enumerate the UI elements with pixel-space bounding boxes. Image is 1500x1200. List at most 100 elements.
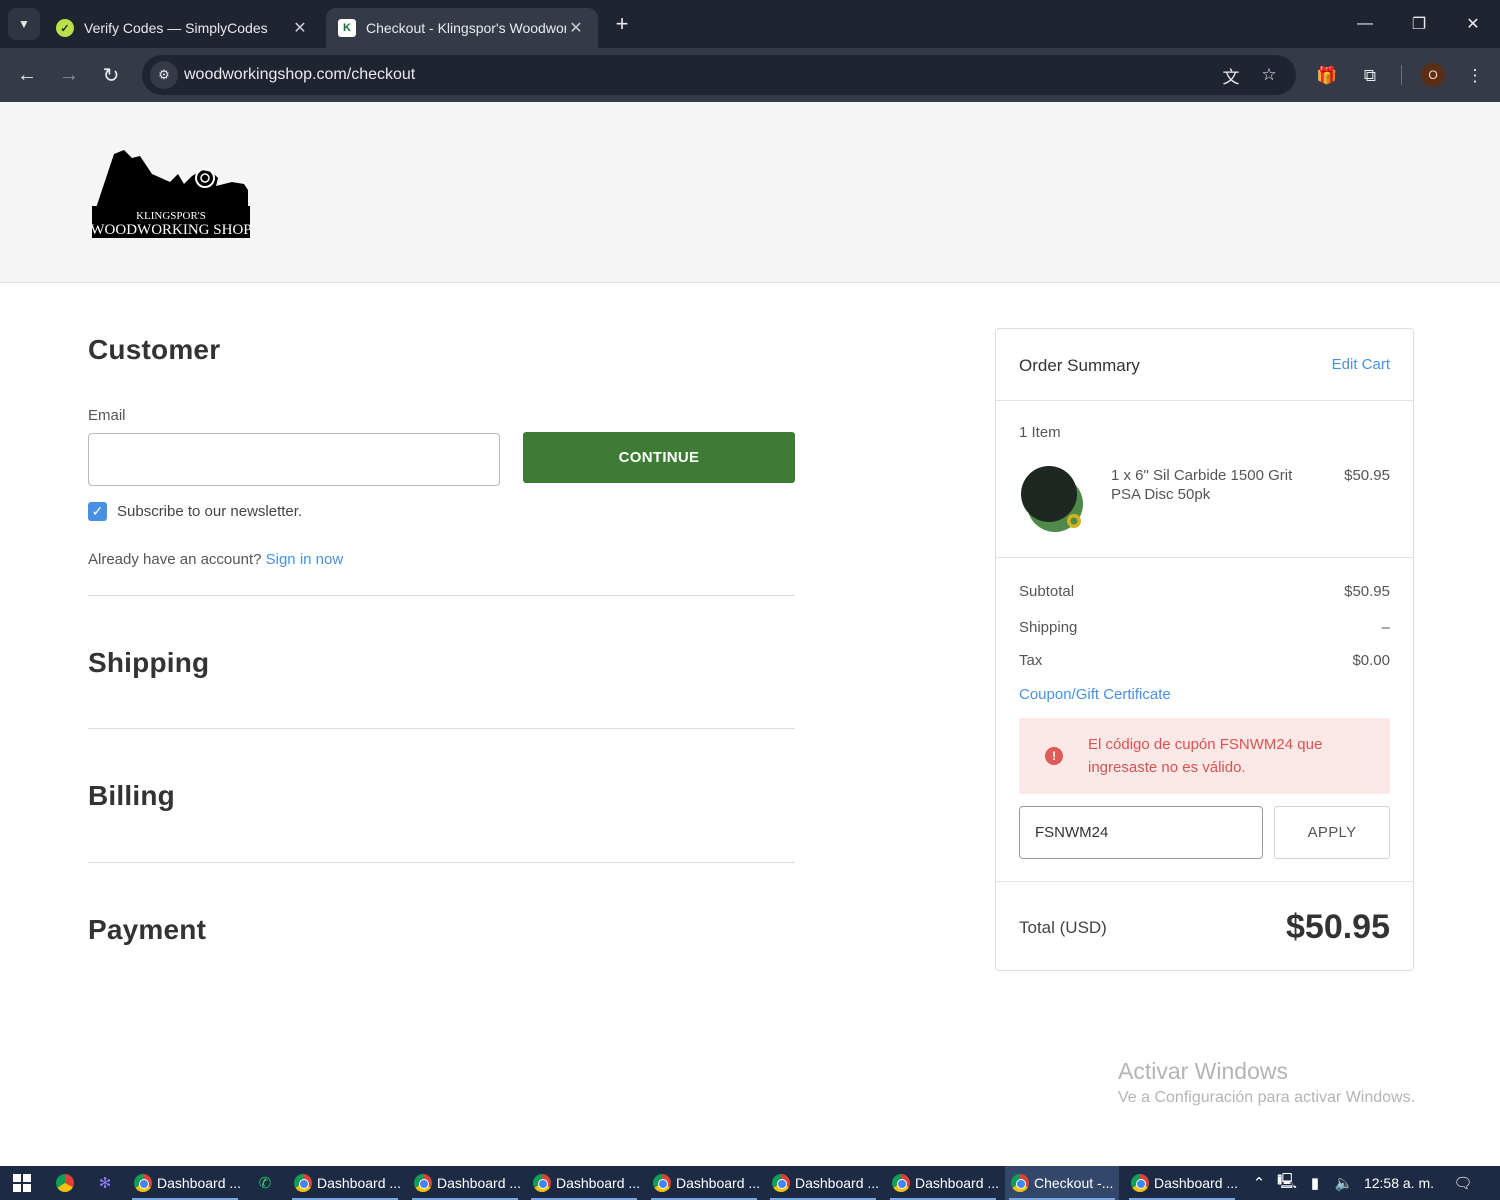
taskbar-app-dashboard[interactable]: Dashboard ... bbox=[527, 1166, 641, 1200]
chrome-icon bbox=[772, 1174, 790, 1192]
back-button[interactable]: ← bbox=[12, 60, 42, 90]
reload-button[interactable]: ↻ bbox=[96, 60, 126, 90]
profile-avatar[interactable]: O bbox=[1421, 63, 1445, 87]
logo-line2: WOODWORKING SHOP bbox=[92, 222, 250, 238]
network-icon[interactable]: 🖳 bbox=[1276, 1166, 1298, 1200]
newsletter-checkbox[interactable]: ✓ bbox=[88, 502, 107, 521]
taskbar-app-dashboard[interactable]: Dashboard ... bbox=[128, 1166, 242, 1200]
simplycodes-favicon-icon: ✓ bbox=[56, 19, 74, 37]
bookmark-star-icon[interactable]: ☆ bbox=[1256, 63, 1282, 87]
more-menu-icon[interactable]: ⋮ bbox=[1461, 62, 1489, 90]
site-header: KLINGSPOR'S WOODWORKING SHOP bbox=[0, 102, 1500, 283]
activate-windows-title: Activar Windows bbox=[1118, 1058, 1288, 1084]
subtotal-label: Subtotal bbox=[1019, 583, 1075, 600]
minimize-button[interactable]: — bbox=[1338, 0, 1392, 48]
klingspor-favicon-icon: K bbox=[338, 19, 356, 37]
taskbar-app-dashboard[interactable]: Dashboard ... bbox=[408, 1166, 522, 1200]
chrome-icon bbox=[653, 1174, 671, 1192]
plus-icon: + bbox=[615, 11, 629, 36]
address-bar[interactable]: ⚙ woodworkingshop.com/checkout 文 ☆ bbox=[142, 55, 1296, 95]
taskbar-app-dashboard[interactable]: Dashboard ... bbox=[1125, 1166, 1239, 1200]
battery-icon[interactable]: ▮ bbox=[1304, 1166, 1326, 1200]
notifications-icon[interactable]: 🗨 bbox=[1450, 1166, 1476, 1200]
email-field[interactable] bbox=[88, 433, 500, 486]
taskbar-app-dashboard[interactable]: Dashboard ... bbox=[886, 1166, 1000, 1200]
close-icon: ✕ bbox=[1466, 16, 1480, 33]
arrow-left-icon: ← bbox=[17, 63, 37, 86]
order-summary-title: Order Summary bbox=[1019, 356, 1140, 375]
volume-icon[interactable]: 🔈 bbox=[1332, 1166, 1356, 1200]
browser-tabstrip: ▼ ✓ Verify Codes — SimplyCodes ✕ K Check… bbox=[0, 0, 1500, 48]
tab-title: Verify Codes — SimplyCodes bbox=[84, 20, 268, 36]
summary-divider bbox=[996, 881, 1413, 882]
taskbar-app-dashboard[interactable]: Dashboard ... bbox=[766, 1166, 880, 1200]
whatsapp-icon[interactable]: ✆ bbox=[252, 1166, 278, 1200]
url-text[interactable]: woodworkingshop.com/checkout bbox=[184, 66, 415, 84]
chrome-icon bbox=[1131, 1174, 1149, 1192]
tab-search-button[interactable]: ▼ bbox=[8, 8, 40, 40]
continue-button[interactable]: CONTINUE bbox=[523, 432, 795, 483]
clock[interactable]: 12:58 a. m. bbox=[1362, 1166, 1436, 1200]
chrome-icon bbox=[414, 1174, 432, 1192]
checkmark-icon: ✓ bbox=[91, 503, 104, 519]
app-pinned-icon[interactable]: ✻ bbox=[92, 1166, 118, 1200]
activate-windows-subtitle: Ve a Configuración para activar Windows. bbox=[1118, 1089, 1416, 1106]
email-label: Email bbox=[88, 407, 126, 424]
chevron-down-icon: ▼ bbox=[18, 17, 30, 31]
account-prompt: Already have an account? Sign in now bbox=[88, 551, 343, 568]
chrome-icon bbox=[1011, 1174, 1029, 1192]
coupon-error-message: El código de cupón FSNWM24 que ingresast… bbox=[1088, 736, 1323, 776]
browser-toolbar: ← → ↻ ⚙ woodworkingshop.com/checkout 文 ☆… bbox=[0, 48, 1500, 102]
summary-divider bbox=[996, 400, 1413, 401]
taskbar-app-checkout[interactable]: Checkout -... bbox=[1005, 1166, 1119, 1200]
close-window-button[interactable]: ✕ bbox=[1446, 0, 1500, 48]
windows-logo-icon bbox=[13, 1174, 31, 1192]
payment-heading: Payment bbox=[88, 914, 207, 945]
product-price: $50.95 bbox=[1344, 467, 1390, 484]
apply-coupon-button[interactable]: APPLY bbox=[1274, 806, 1390, 859]
new-tab-button[interactable]: + bbox=[608, 10, 636, 38]
total-label: Total (USD) bbox=[1019, 918, 1107, 937]
klingspor-logo[interactable]: KLINGSPOR'S WOODWORKING SHOP bbox=[92, 148, 250, 240]
summary-divider bbox=[996, 557, 1413, 558]
sign-in-link[interactable]: Sign in now bbox=[266, 551, 344, 568]
total-value: $50.95 bbox=[1286, 908, 1390, 946]
logo-line1: KLINGSPOR'S bbox=[136, 210, 206, 222]
chrome-icon bbox=[892, 1174, 910, 1192]
customer-heading: Customer bbox=[88, 334, 221, 365]
forward-button[interactable]: → bbox=[54, 60, 84, 90]
tax-value: $0.00 bbox=[1352, 652, 1390, 669]
taskbar-app-dashboard[interactable]: Dashboard ... bbox=[647, 1166, 761, 1200]
reload-icon: ↻ bbox=[102, 64, 120, 87]
shipping-label: Shipping bbox=[1019, 619, 1078, 636]
chrome-icon bbox=[134, 1174, 152, 1192]
extensions-puzzle-icon[interactable]: ⧉ bbox=[1356, 62, 1384, 90]
newsletter-label[interactable]: Subscribe to our newsletter. bbox=[117, 503, 302, 520]
extension-gift-icon[interactable]: 🎁 bbox=[1313, 62, 1341, 90]
chevron-up-icon[interactable]: ⌃ bbox=[1248, 1166, 1270, 1200]
toolbar-separator bbox=[1401, 65, 1402, 85]
close-icon[interactable]: ✕ bbox=[566, 18, 586, 38]
restore-button[interactable]: ❐ bbox=[1392, 0, 1446, 48]
site-settings-icon[interactable]: ⚙ bbox=[150, 61, 178, 89]
shipping-heading: Shipping bbox=[88, 647, 210, 678]
items-count: 1 Item bbox=[1019, 424, 1061, 441]
error-info-icon: ! bbox=[1045, 747, 1063, 765]
chrome-icon bbox=[533, 1174, 551, 1192]
edit-cart-link[interactable]: Edit Cart bbox=[1332, 356, 1390, 373]
billing-heading: Billing bbox=[88, 780, 175, 811]
translate-icon[interactable]: 文 bbox=[1218, 63, 1244, 87]
taskbar-app-dashboard[interactable]: Dashboard ... bbox=[288, 1166, 402, 1200]
shipping-value: – bbox=[1381, 619, 1390, 636]
tab-simplycodes[interactable]: ✓ Verify Codes — SimplyCodes ✕ bbox=[44, 8, 322, 48]
coupon-gift-certificate-link[interactable]: Coupon/Gift Certificate bbox=[1019, 686, 1171, 703]
account-prompt-text: Already have an account? bbox=[88, 551, 262, 568]
minimize-icon: — bbox=[1357, 15, 1373, 32]
windows-start-icon[interactable] bbox=[8, 1166, 36, 1200]
restore-icon: ❐ bbox=[1411, 16, 1427, 33]
product-name: 1 x 6" Sil Carbide 1500 Grit PSA Disc 50… bbox=[1111, 467, 1293, 503]
chrome-pinned-icon[interactable] bbox=[52, 1166, 78, 1200]
close-icon[interactable]: ✕ bbox=[290, 18, 310, 38]
coupon-code-input[interactable] bbox=[1019, 806, 1263, 859]
tab-checkout[interactable]: K Checkout - Klingspor's Woodworking Sho… bbox=[326, 8, 598, 48]
